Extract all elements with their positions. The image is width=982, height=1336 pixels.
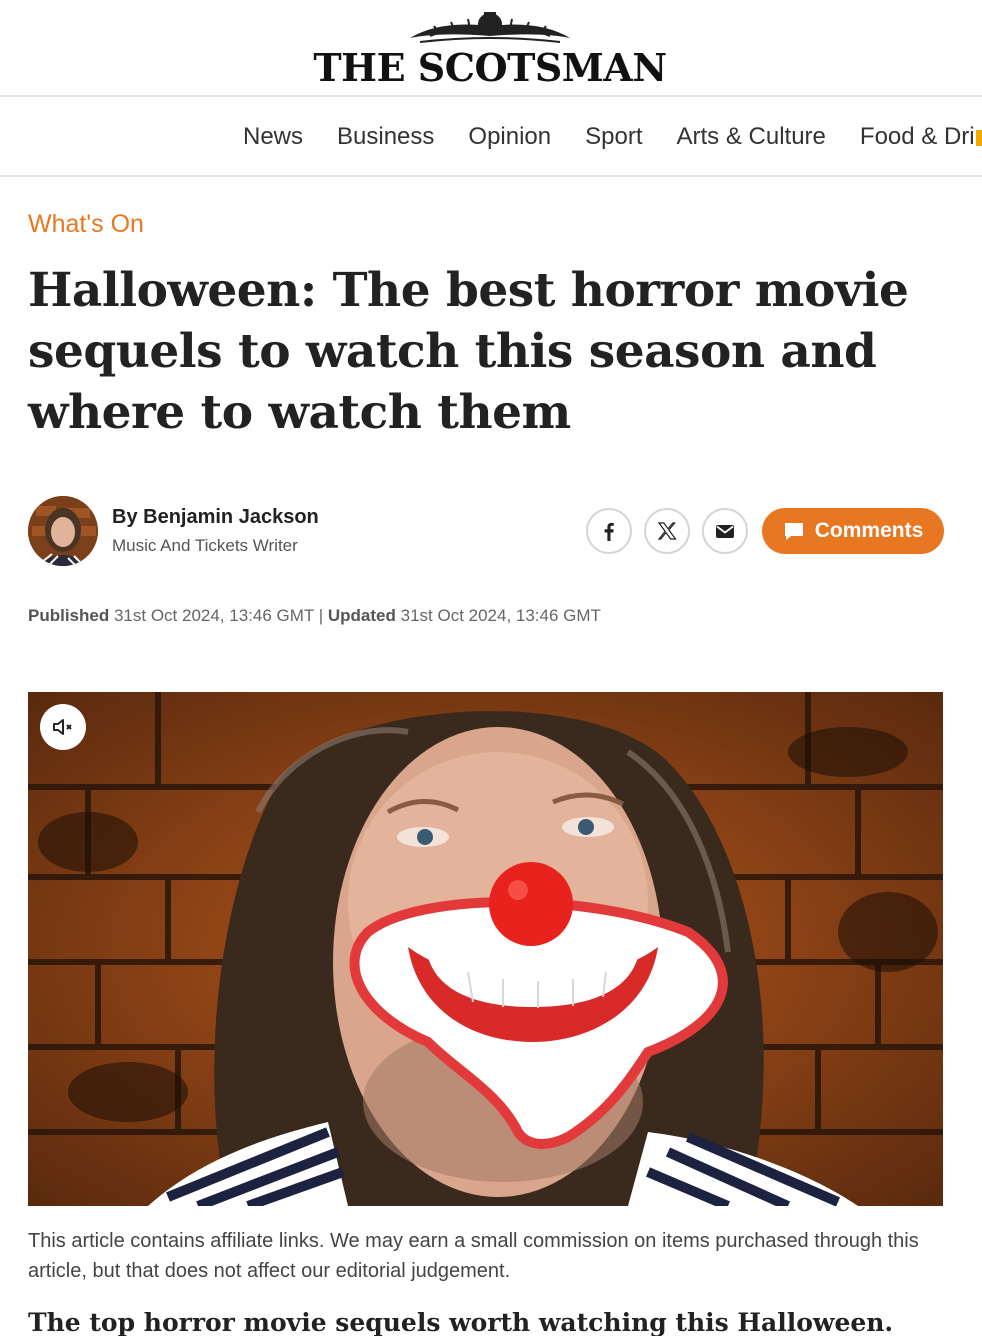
facebook-icon <box>604 522 614 541</box>
published-value: 31st Oct 2024, 13:46 GMT <box>113 606 314 625</box>
email-share-button[interactable] <box>702 508 748 554</box>
nav-item-news[interactable]: News <box>233 119 303 155</box>
share-bar: Comments <box>586 508 944 554</box>
hero-video[interactable] <box>28 692 943 1206</box>
nav-item-sport[interactable]: Sport <box>575 119 642 155</box>
nav-overflow-indicator <box>976 130 982 146</box>
author-name[interactable]: By Benjamin Jackson <box>112 506 319 529</box>
comments-label: Comments <box>814 519 924 542</box>
x-icon <box>657 522 677 540</box>
nav-list: News Business Opinion Sport Arts & Cultu… <box>233 119 982 155</box>
x-share-button[interactable] <box>644 508 690 554</box>
article-subhead: The top horror movie sequels worth watch… <box>28 1308 894 1336</box>
mute-button[interactable] <box>40 704 86 750</box>
updated-label: Updated <box>327 606 396 625</box>
site-logo[interactable]: THE SCOTSMAN <box>300 8 680 90</box>
author-role: Music And Tickets Writer <box>112 536 298 555</box>
byline: By Benjamin Jackson Music And Tickets Wr… <box>28 496 958 568</box>
masthead: THE SCOTSMAN <box>0 0 982 97</box>
article-headline: Halloween: The best horror movie sequels… <box>28 263 909 440</box>
publish-dates: Published 31st Oct 2024, 13:46 GMT | Upd… <box>28 606 601 626</box>
published-label: Published <box>28 606 110 625</box>
date-separator: | <box>318 606 324 625</box>
comment-icon <box>784 523 803 540</box>
section-link[interactable]: What's On <box>28 210 144 239</box>
speaker-muted-icon <box>53 719 72 735</box>
hero-image <box>28 692 943 1206</box>
main-nav: News Business Opinion Sport Arts & Cultu… <box>0 99 982 177</box>
affiliate-disclaimer: This article contains affiliate links. W… <box>28 1230 919 1282</box>
updated-value: 31st Oct 2024, 13:46 GMT <box>400 606 601 625</box>
facebook-share-button[interactable] <box>586 508 632 554</box>
crest-icon <box>410 12 570 43</box>
nav-item-opinion[interactable]: Opinion <box>458 119 551 155</box>
nav-item-food-drink[interactable]: Food & Drink <box>850 119 982 155</box>
comments-button[interactable]: Comments <box>762 508 944 554</box>
nav-item-arts-culture[interactable]: Arts & Culture <box>667 119 826 155</box>
nav-item-business[interactable]: Business <box>327 119 434 155</box>
site-name: THE SCOTSMAN <box>313 45 667 90</box>
author-avatar[interactable] <box>28 496 98 566</box>
email-icon <box>716 525 734 538</box>
